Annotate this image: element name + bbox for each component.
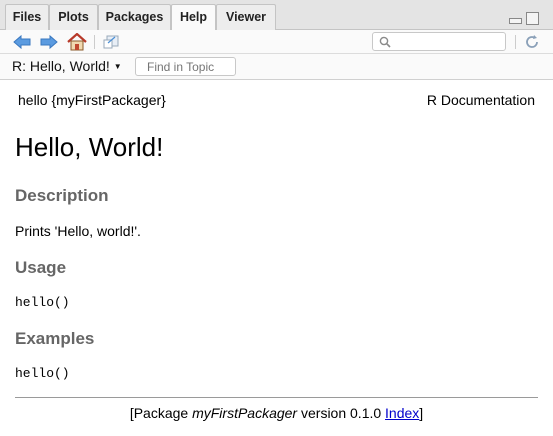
window-controls	[509, 12, 539, 25]
usage-code: hello()	[15, 295, 70, 310]
doc-r-documentation-label: R Documentation	[426, 92, 535, 108]
description-text: Prints 'Hello, world!'.	[15, 223, 141, 239]
help-toolbar	[0, 30, 553, 54]
tab-files[interactable]: Files	[5, 4, 49, 30]
find-in-topic-input[interactable]	[135, 57, 236, 76]
back-arrow-icon[interactable]	[12, 33, 32, 51]
tab-help[interactable]: Help	[171, 4, 216, 31]
help-document: hello {myFirstPackager} R Documentation …	[0, 80, 553, 436]
chevron-down-icon: ▼	[113, 62, 122, 71]
topic-bar: R: Hello, World! ▼	[0, 54, 553, 80]
doc-topic-header: hello {myFirstPackager}	[18, 92, 166, 108]
topic-dropdown[interactable]: R: Hello, World! ▼	[12, 58, 122, 74]
footer-suffix: ]	[419, 405, 424, 421]
section-heading-description: Description	[15, 186, 109, 205]
pane-tab-bar: Files Plots Packages Help Viewer	[0, 0, 553, 31]
help-search-field[interactable]	[372, 32, 506, 51]
help-search-input[interactable]	[395, 34, 503, 49]
page-title: Hello, World!	[15, 132, 164, 162]
toolbar-divider-2	[515, 35, 516, 49]
footer-package-name: myFirstPackager	[192, 405, 298, 421]
open-in-new-window-icon[interactable]	[101, 33, 121, 51]
section-heading-usage: Usage	[15, 258, 67, 277]
section-heading-examples: Examples	[15, 329, 95, 348]
examples-code: hello()	[15, 366, 70, 381]
toolbar-divider	[94, 35, 95, 49]
maximize-pane-button[interactable]	[526, 12, 539, 25]
tab-plots[interactable]: Plots	[49, 4, 98, 30]
home-icon[interactable]	[66, 33, 88, 51]
search-icon	[379, 36, 391, 48]
topic-dropdown-label: R: Hello, World!	[12, 58, 110, 74]
footer-divider	[15, 397, 538, 398]
minimize-pane-button[interactable]	[509, 18, 522, 24]
footer-version: version 0.1.0	[297, 405, 386, 421]
index-link[interactable]: Index	[385, 405, 419, 421]
tab-packages[interactable]: Packages	[98, 4, 171, 30]
refresh-icon[interactable]	[523, 33, 541, 51]
tab-viewer[interactable]: Viewer	[216, 4, 276, 30]
doc-footer: [Package myFirstPackager version 0.1.0 I…	[0, 405, 553, 421]
footer-prefix: [Package	[129, 405, 193, 421]
forward-arrow-icon[interactable]	[39, 33, 59, 51]
